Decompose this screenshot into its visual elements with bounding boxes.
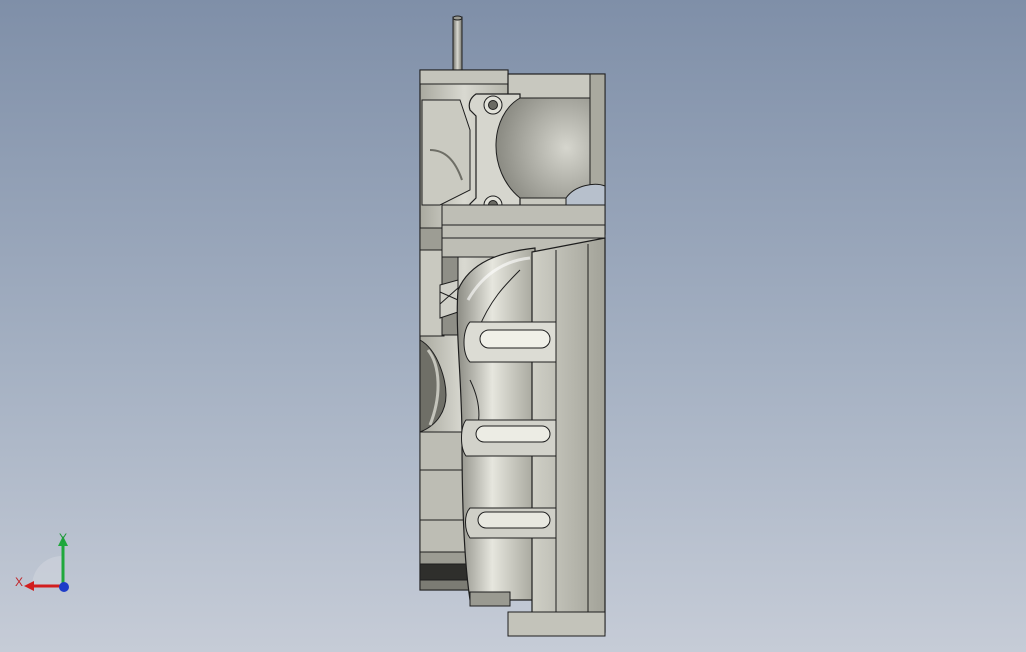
cooling-rib-3 [465, 507, 557, 539]
y-axis-label: Y [59, 531, 68, 545]
cooling-rib-2 [461, 419, 557, 457]
cooling-rib-1 [463, 321, 557, 363]
pin-shaft [452, 15, 463, 72]
cad-model-view[interactable] [0, 0, 1026, 652]
view-orientation-triad[interactable]: X Y [10, 528, 80, 600]
x-axis-label: X [15, 575, 24, 589]
triad-graphic [24, 536, 69, 592]
graphics-viewport[interactable]: X Y [0, 0, 1026, 652]
